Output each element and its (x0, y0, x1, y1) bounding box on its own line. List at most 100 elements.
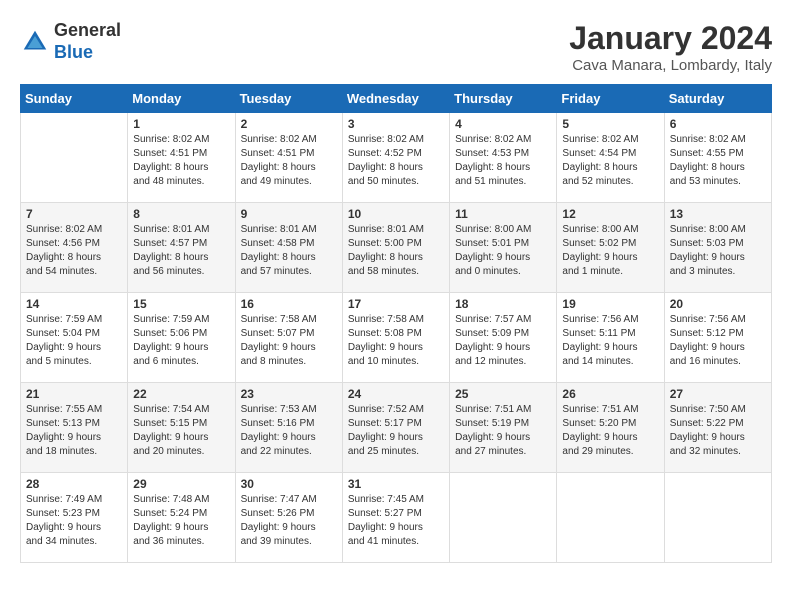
calendar-cell: 18 Sunrise: 7:57 AM Sunset: 5:09 PM Dayli… (450, 293, 557, 383)
calendar-cell: 11 Sunrise: 8:00 AM Sunset: 5:01 PM Dayli… (450, 203, 557, 293)
weekday-header: Sunday (21, 85, 128, 113)
calendar-cell: 7Sunrise: 8:02 AM Sunset: 4:56 PM Daylig… (21, 203, 128, 293)
day-number: 18 (455, 297, 551, 311)
day-info: Sunrise: 7:47 AM Sunset: 5:26 PM Dayligh… (241, 493, 337, 549)
day-info: Sunrise: 8:02 AM Sunset: 4:51 PM Dayligh… (133, 133, 229, 189)
day-info: Sunrise: 8:02 AM Sunset: 4:54 PM Dayligh… (562, 133, 658, 189)
calendar-week: 14 Sunrise: 7:59 AM Sunset: 5:04 PM Dayli… (21, 293, 772, 383)
day-info: Sunrise: 7:51 AM Sunset: 5:20 PM Dayligh… (562, 403, 658, 459)
day-info: Sunrise: 8:02 AM Sunset: 4:52 PM Dayligh… (348, 133, 444, 189)
day-number: 4 (455, 117, 551, 131)
calendar-body: 1 Sunrise: 8:02 AM Sunset: 4:51 PM Daylig… (21, 113, 772, 563)
day-number: 24 (348, 387, 444, 401)
day-number: 31 (348, 477, 444, 491)
day-info: Sunrise: 7:59 AM Sunset: 5:06 PM Dayligh… (133, 313, 229, 369)
day-number: 2 (241, 117, 337, 131)
day-number: 28 (26, 477, 122, 491)
page-header: General Blue January 2024 Cava Manara, L… (20, 20, 772, 74)
calendar-cell (21, 113, 128, 203)
day-number: 23 (241, 387, 337, 401)
calendar-cell: 30 Sunrise: 7:47 AM Sunset: 5:26 PM Dayli… (235, 473, 342, 563)
day-number: 27 (670, 387, 766, 401)
day-number: 30 (241, 477, 337, 491)
day-number: 17 (348, 297, 444, 311)
calendar-cell: 26Sunrise: 7:51 AM Sunset: 5:20 PM Dayli… (557, 383, 664, 473)
calendar-cell: 10 Sunrise: 8:01 AM Sunset: 5:00 PM Dayli… (342, 203, 449, 293)
day-info: Sunrise: 8:00 AM Sunset: 5:01 PM Dayligh… (455, 223, 551, 279)
day-info: Sunrise: 8:02 AM Sunset: 4:51 PM Dayligh… (241, 133, 337, 189)
day-number: 21 (26, 387, 122, 401)
day-number: 20 (670, 297, 766, 311)
calendar-cell: 2 Sunrise: 8:02 AM Sunset: 4:51 PM Daylig… (235, 113, 342, 203)
day-number: 8 (133, 207, 229, 221)
day-info: Sunrise: 8:01 AM Sunset: 5:00 PM Dayligh… (348, 223, 444, 279)
day-number: 14 (26, 297, 122, 311)
calendar-week: 1 Sunrise: 8:02 AM Sunset: 4:51 PM Daylig… (21, 113, 772, 203)
calendar-cell: 24 Sunrise: 7:52 AM Sunset: 5:17 PM Dayli… (342, 383, 449, 473)
day-number: 10 (348, 207, 444, 221)
calendar-cell: 17Sunrise: 7:58 AM Sunset: 5:08 PM Dayli… (342, 293, 449, 383)
calendar-header: SundayMondayTuesdayWednesdayThursdayFrid… (21, 85, 772, 113)
logo: General Blue (20, 20, 121, 63)
day-info: Sunrise: 7:56 AM Sunset: 5:11 PM Dayligh… (562, 313, 658, 369)
day-info: Sunrise: 7:45 AM Sunset: 5:27 PM Dayligh… (348, 493, 444, 549)
calendar-cell (557, 473, 664, 563)
calendar-cell: 14 Sunrise: 7:59 AM Sunset: 5:04 PM Dayli… (21, 293, 128, 383)
calendar-cell: 5Sunrise: 8:02 AM Sunset: 4:54 PM Daylig… (557, 113, 664, 203)
calendar-cell (450, 473, 557, 563)
day-info: Sunrise: 7:58 AM Sunset: 5:07 PM Dayligh… (241, 313, 337, 369)
day-info: Sunrise: 7:55 AM Sunset: 5:13 PM Dayligh… (26, 403, 122, 459)
calendar-cell: 8 Sunrise: 8:01 AM Sunset: 4:57 PM Daylig… (128, 203, 235, 293)
calendar-cell: 15 Sunrise: 7:59 AM Sunset: 5:06 PM Dayli… (128, 293, 235, 383)
weekday-header: Thursday (450, 85, 557, 113)
day-info: Sunrise: 7:50 AM Sunset: 5:22 PM Dayligh… (670, 403, 766, 459)
calendar-week: 7Sunrise: 8:02 AM Sunset: 4:56 PM Daylig… (21, 203, 772, 293)
day-info: Sunrise: 7:57 AM Sunset: 5:09 PM Dayligh… (455, 313, 551, 369)
weekday-header: Monday (128, 85, 235, 113)
day-number: 13 (670, 207, 766, 221)
calendar-cell: 23 Sunrise: 7:53 AM Sunset: 5:16 PM Dayli… (235, 383, 342, 473)
calendar-cell: 29 Sunrise: 7:48 AM Sunset: 5:24 PM Dayli… (128, 473, 235, 563)
calendar-week: 21 Sunrise: 7:55 AM Sunset: 5:13 PM Dayli… (21, 383, 772, 473)
day-info: Sunrise: 8:02 AM Sunset: 4:53 PM Dayligh… (455, 133, 551, 189)
day-number: 9 (241, 207, 337, 221)
day-info: Sunrise: 7:48 AM Sunset: 5:24 PM Dayligh… (133, 493, 229, 549)
weekday-row: SundayMondayTuesdayWednesdayThursdayFrid… (21, 85, 772, 113)
day-info: Sunrise: 7:52 AM Sunset: 5:17 PM Dayligh… (348, 403, 444, 459)
day-number: 29 (133, 477, 229, 491)
day-number: 7 (26, 207, 122, 221)
day-number: 15 (133, 297, 229, 311)
day-number: 16 (241, 297, 337, 311)
calendar-cell: 25Sunrise: 7:51 AM Sunset: 5:19 PM Dayli… (450, 383, 557, 473)
calendar-cell: 21 Sunrise: 7:55 AM Sunset: 5:13 PM Dayli… (21, 383, 128, 473)
calendar-week: 28Sunrise: 7:49 AM Sunset: 5:23 PM Dayli… (21, 473, 772, 563)
title-block: January 2024 Cava Manara, Lombardy, Ital… (569, 20, 772, 74)
day-info: Sunrise: 7:59 AM Sunset: 5:04 PM Dayligh… (26, 313, 122, 369)
day-number: 11 (455, 207, 551, 221)
calendar-cell: 12 Sunrise: 8:00 AM Sunset: 5:02 PM Dayli… (557, 203, 664, 293)
calendar-cell: 28Sunrise: 7:49 AM Sunset: 5:23 PM Dayli… (21, 473, 128, 563)
day-number: 25 (455, 387, 551, 401)
calendar-cell: 1 Sunrise: 8:02 AM Sunset: 4:51 PM Daylig… (128, 113, 235, 203)
calendar-table: SundayMondayTuesdayWednesdayThursdayFrid… (20, 84, 772, 563)
weekday-header: Saturday (664, 85, 771, 113)
calendar-cell: 20 Sunrise: 7:56 AM Sunset: 5:12 PM Dayli… (664, 293, 771, 383)
day-info: Sunrise: 7:53 AM Sunset: 5:16 PM Dayligh… (241, 403, 337, 459)
logo-general: General (54, 20, 121, 40)
day-info: Sunrise: 8:00 AM Sunset: 5:02 PM Dayligh… (562, 223, 658, 279)
calendar-cell: 16 Sunrise: 7:58 AM Sunset: 5:07 PM Dayli… (235, 293, 342, 383)
calendar-cell: 4 Sunrise: 8:02 AM Sunset: 4:53 PM Daylig… (450, 113, 557, 203)
day-info: Sunrise: 8:01 AM Sunset: 4:57 PM Dayligh… (133, 223, 229, 279)
weekday-header: Tuesday (235, 85, 342, 113)
calendar-cell: 22Sunrise: 7:54 AM Sunset: 5:15 PM Dayli… (128, 383, 235, 473)
day-info: Sunrise: 7:56 AM Sunset: 5:12 PM Dayligh… (670, 313, 766, 369)
logo-text: General Blue (54, 20, 121, 63)
day-number: 1 (133, 117, 229, 131)
day-number: 12 (562, 207, 658, 221)
day-number: 6 (670, 117, 766, 131)
calendar-cell: 9 Sunrise: 8:01 AM Sunset: 4:58 PM Daylig… (235, 203, 342, 293)
day-info: Sunrise: 8:00 AM Sunset: 5:03 PM Dayligh… (670, 223, 766, 279)
day-number: 22 (133, 387, 229, 401)
day-info: Sunrise: 8:02 AM Sunset: 4:55 PM Dayligh… (670, 133, 766, 189)
day-info: Sunrise: 8:01 AM Sunset: 4:58 PM Dayligh… (241, 223, 337, 279)
